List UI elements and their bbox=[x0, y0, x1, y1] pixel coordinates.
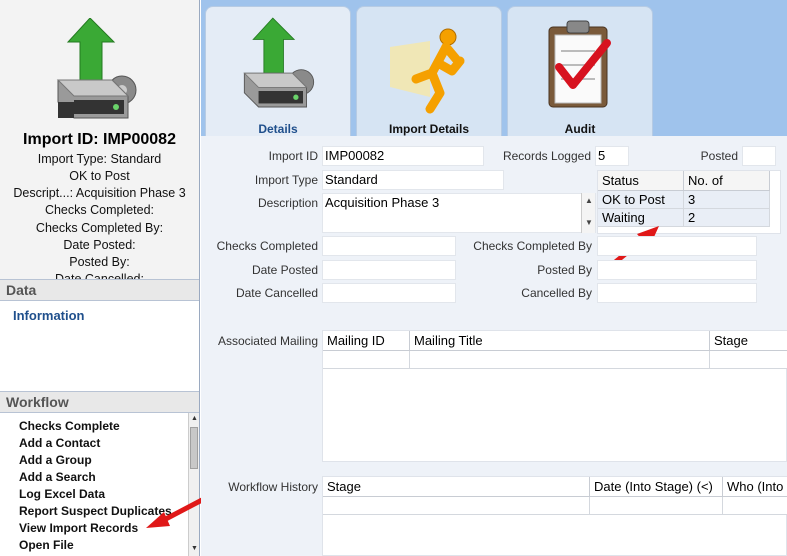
left-panel: Import ID: IMP00082 Import Type: Standar… bbox=[0, 0, 205, 556]
table-cell[interactable]: 2 bbox=[684, 209, 770, 227]
wf-who-col-header[interactable]: Who (Into ... bbox=[723, 477, 787, 497]
workflow-section: Checks Complete Add a Contact Add a Grou… bbox=[0, 413, 199, 556]
tab-audit[interactable]: Audit bbox=[507, 6, 653, 136]
summary-import-type: Import Type: Standard bbox=[37, 152, 162, 166]
tab-details[interactable]: Details bbox=[205, 6, 351, 136]
summary-checks-completed-by: Checks Completed By: bbox=[35, 221, 164, 235]
table-cell[interactable] bbox=[323, 351, 410, 369]
tab-import-details[interactable]: Import Details bbox=[356, 6, 502, 136]
cancelled-by-label: Cancelled By bbox=[521, 286, 592, 300]
table-cell[interactable]: 3 bbox=[684, 191, 770, 209]
checks-completed-by-label: Checks Completed By bbox=[473, 239, 592, 253]
posted-by-field[interactable] bbox=[597, 260, 757, 280]
running-man-icon bbox=[390, 28, 465, 114]
import-id-field[interactable]: IMP00082 bbox=[322, 146, 484, 166]
summary-status: OK to Post bbox=[69, 169, 130, 183]
posted-label: Posted bbox=[700, 149, 738, 163]
summary-date-posted: Date Posted: bbox=[63, 238, 136, 252]
wf-date-col-header[interactable]: Date (Into Stage) (<) bbox=[590, 477, 723, 497]
summary-checks-completed: Checks Completed: bbox=[44, 203, 155, 217]
import-drive-icon bbox=[243, 17, 315, 108]
posted-field[interactable] bbox=[742, 146, 776, 166]
workflow-item-add-search[interactable]: Add a Search bbox=[19, 470, 96, 484]
table-cell[interactable] bbox=[723, 497, 787, 515]
tab-details-label: Details bbox=[258, 122, 298, 136]
data-item-information[interactable]: Information bbox=[13, 308, 85, 323]
count-col-header[interactable]: No. of bbox=[684, 171, 770, 191]
annotation-arrow-icon bbox=[146, 497, 205, 528]
workflow-item-open-file[interactable]: Open File bbox=[19, 538, 74, 552]
wf-stage-col-header[interactable]: Stage bbox=[323, 477, 590, 497]
scroll-down-icon[interactable]: ▼ bbox=[585, 218, 593, 227]
import-id-label: Import ID bbox=[268, 149, 318, 163]
summary-posted-by: Posted By: bbox=[69, 255, 130, 269]
workflow-item-checks-complete[interactable]: Checks Complete bbox=[19, 419, 120, 433]
workflow-scrollbar[interactable]: ▲ ▼ bbox=[188, 413, 199, 556]
posted-by-label: Posted By bbox=[537, 263, 592, 277]
description-field[interactable]: Acquisition Phase 3 bbox=[322, 193, 596, 233]
table-row[interactable]: OK to Post bbox=[598, 191, 684, 209]
workflow-item-log-excel-data[interactable]: Log Excel Data bbox=[19, 487, 105, 501]
main-area: Details Import Details Audit Import ID I… bbox=[201, 0, 787, 556]
date-posted-field[interactable] bbox=[322, 260, 456, 280]
workflow-item-add-group[interactable]: Add a Group bbox=[19, 453, 92, 467]
checks-completed-label: Checks Completed bbox=[216, 239, 318, 253]
workflow-item-add-contact[interactable]: Add a Contact bbox=[19, 436, 100, 450]
workflow-history-grid: Stage Date (Into Stage) (<) Who (Into ..… bbox=[322, 476, 787, 556]
table-cell[interactable] bbox=[323, 497, 590, 515]
tab-bar: Details Import Details Audit bbox=[201, 0, 787, 136]
date-posted-label: Date Posted bbox=[251, 263, 318, 277]
associated-mailing-label: Associated Mailing bbox=[217, 334, 318, 348]
scroll-up-icon[interactable]: ▲ bbox=[191, 415, 198, 422]
import-drive-icon bbox=[56, 18, 137, 119]
summary-description: Descript...: Acquisition Phase 3 bbox=[13, 186, 186, 200]
import-summary: Import ID: IMP00082 Import Type: Standar… bbox=[0, 0, 199, 280]
data-section: Information bbox=[0, 301, 199, 391]
date-cancelled-label: Date Cancelled bbox=[235, 286, 318, 300]
data-section-header[interactable]: Data bbox=[0, 279, 199, 301]
checks-completed-field[interactable] bbox=[322, 236, 456, 256]
scroll-thumb[interactable] bbox=[190, 427, 198, 469]
table-cell[interactable] bbox=[590, 497, 723, 515]
date-cancelled-field[interactable] bbox=[322, 283, 456, 303]
scroll-down-icon[interactable]: ▼ bbox=[191, 545, 198, 552]
import-id-title: Import ID: IMP00082 bbox=[23, 131, 176, 148]
tab-import-details-label: Import Details bbox=[388, 122, 469, 136]
table-cell[interactable] bbox=[710, 351, 787, 369]
cancelled-by-field[interactable] bbox=[597, 283, 757, 303]
description-label: Description bbox=[257, 196, 318, 210]
mailing-id-col-header[interactable]: Mailing ID bbox=[323, 331, 410, 351]
workflow-section-header[interactable]: Workflow bbox=[0, 391, 199, 413]
mailing-grid: Mailing ID Mailing Title Stage bbox=[322, 330, 787, 462]
import-type-field[interactable]: Standard bbox=[322, 170, 504, 190]
records-logged-label: Records Logged bbox=[502, 149, 591, 163]
mailing-title-col-header[interactable]: Mailing Title bbox=[410, 331, 710, 351]
scroll-up-icon[interactable]: ▲ bbox=[585, 196, 593, 205]
tab-audit-label: Audit bbox=[564, 122, 596, 136]
details-form: Import ID IMP00082 Records Logged 5 Post… bbox=[201, 136, 787, 556]
description-scrollbar[interactable]: ▲ ▼ bbox=[581, 193, 595, 233]
workflow-history-label: Workflow History bbox=[228, 480, 318, 494]
clipboard-check-icon bbox=[548, 20, 611, 108]
records-logged-field[interactable]: 5 bbox=[595, 146, 629, 166]
import-type-label: Import Type bbox=[254, 173, 318, 187]
checks-completed-by-field[interactable] bbox=[597, 236, 757, 256]
stage-col-header[interactable]: Stage bbox=[710, 331, 787, 351]
workflow-item-view-import-records[interactable]: View Import Records bbox=[19, 521, 138, 535]
table-cell[interactable] bbox=[410, 351, 710, 369]
status-col-header[interactable]: Status bbox=[598, 171, 684, 191]
